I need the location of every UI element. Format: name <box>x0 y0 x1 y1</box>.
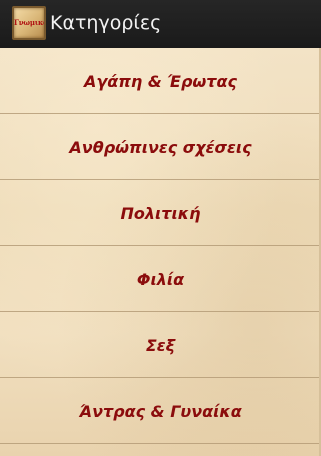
app-logo-icon[interactable]: Γνωμικά <box>12 6 46 40</box>
category-item-friendship[interactable]: Φιλία <box>0 246 321 312</box>
category-item-sex[interactable]: Σεξ <box>0 312 321 378</box>
list-divider <box>0 443 321 444</box>
action-bar: Γνωμικά Κατηγορίες <box>0 0 321 48</box>
app-logo-text: Γνωμικά <box>14 18 46 27</box>
category-label: Ανθρώπινες σχέσεις <box>69 137 252 157</box>
category-item-love[interactable]: Αγάπη & Έρωτας <box>0 48 321 114</box>
category-item-relationships[interactable]: Ανθρώπινες σχέσεις <box>0 114 321 180</box>
category-label: Αγάπη & Έρωτας <box>84 71 237 91</box>
category-label: Σεξ <box>145 335 176 355</box>
category-label: Άντρας & Γυναίκα <box>79 401 242 421</box>
category-item-man-woman[interactable]: Άντρας & Γυναίκα <box>0 378 321 444</box>
category-label: Φιλία <box>136 269 185 289</box>
app-screen: Γνωμικά Κατηγορίες Αγάπη & Έρωτας Ανθρώπ… <box>0 0 321 456</box>
category-label: Πολιτική <box>120 203 201 223</box>
page-title: Κατηγορίες <box>50 12 162 34</box>
category-item-politics[interactable]: Πολιτική <box>0 180 321 246</box>
